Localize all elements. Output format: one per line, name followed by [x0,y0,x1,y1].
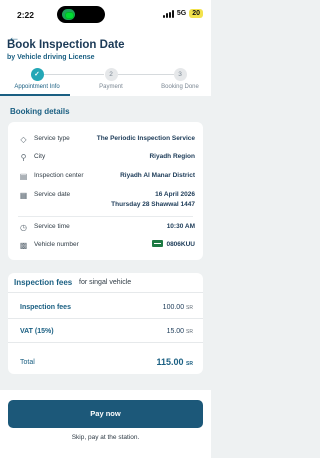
skip-pay-at-station-link[interactable]: Skip, pay at the station. [0,434,211,441]
step-number: 3 [173,68,187,81]
service-time-row: ◷ Service time 10:30 AM [8,222,203,236]
fees-subtitle: for singal vehicle [79,279,132,286]
page-title: Book Inspection Date [7,39,125,51]
pay-now-button[interactable]: Pay now [8,400,203,428]
checkmark-icon: ✓ [30,68,44,81]
status-bar: 2:22 5G 20 [0,0,211,30]
divider [18,216,193,217]
hijri-date: Thursday 28 Shawwal 1447 [111,201,195,208]
tag-icon: ◇ [20,135,27,144]
status-time: 2:22 [17,10,35,20]
row-value: The Periodic Inspection Service [96,135,195,142]
total-label: Total [20,359,35,366]
row-value: 10:30 AM [166,223,195,230]
car-icon: ▩ [19,241,28,250]
step-label: Payment [99,84,123,90]
signal-icon [162,9,174,18]
status-indicators: 5G 20 [162,9,203,18]
fees-title: Inspection fees [14,278,73,287]
progress-stepper: ✓ Appointment Info 2 Payment 3 Booking D… [0,68,211,96]
saudi-flag-icon [152,240,164,247]
page-header: ← Book Inspection Date by Vehicle drivin… [0,30,211,68]
row-value: Riyadh Region [149,153,195,160]
step-number: 2 [104,68,118,81]
clock-icon: ◷ [20,223,27,232]
service-type-row: ◇ Service type The Periodic Inspection S… [8,134,203,148]
booking-details-title: Booking details [10,107,70,116]
dynamic-island [57,6,105,23]
row-label: City [34,153,46,160]
booking-details-card: ◇ Service type The Periodic Inspection S… [8,122,203,260]
row-label: Inspection center [34,172,84,179]
battery-icon: 20 [189,9,203,18]
total-value: 115.00 SR [156,357,194,367]
inspection-fees-row: Inspection fees 100.00 SR [8,297,203,319]
service-date-row: ▦ Service date 16 April 2026 Thursday 28… [8,190,203,214]
page-subtitle: by Vehicle driving License [7,54,95,61]
row-value: 0806KUU [152,240,195,249]
city-row: ⚲ City Riyadh Region [8,152,203,166]
step-booking-done: 3 Booking Done [145,68,215,90]
row-label: Service time [34,223,70,230]
calendar-icon: ▦ [19,191,28,200]
vat-row: VAT (15%) 15.00 SR [8,321,203,343]
active-step-indicator [0,94,70,96]
row-label: Vehicle number [34,241,79,248]
inspection-center-row: ▤ Inspection center Riyadh Al Manar Dist… [8,171,203,185]
fees-card: Inspection fees for singal vehicle Inspe… [8,273,203,374]
link-icon [62,9,75,20]
car-center-icon: ▤ [19,172,28,181]
location-pin-icon: ⚲ [20,153,27,162]
step-payment: 2 Payment [76,68,146,90]
fee-value: 15.00 SR [166,328,193,335]
bottom-action-bar: Pay now Skip, pay at the station. [0,390,211,458]
row-value: Riyadh Al Manar District [120,172,195,179]
fees-header: Inspection fees for singal vehicle [8,273,203,293]
total-row: Total 115.00 SR [8,351,203,373]
row-label: Service type [34,135,70,142]
step-appointment-info: ✓ Appointment Info [2,68,72,90]
fee-label: Inspection fees [20,304,71,311]
fee-label: VAT (15%) [20,328,54,335]
step-label: Appointment Info [14,84,60,90]
row-value: 16 April 2026 [155,191,195,198]
network-label: 5G [176,10,187,17]
row-label: Service date [34,191,71,198]
plate-number: 0806KUU [166,241,195,249]
fee-value: 100.00 SR [162,304,193,311]
step-label: Booking Done [161,84,199,90]
vehicle-number-row: ▩ Vehicle number 0806KUU [8,240,203,254]
